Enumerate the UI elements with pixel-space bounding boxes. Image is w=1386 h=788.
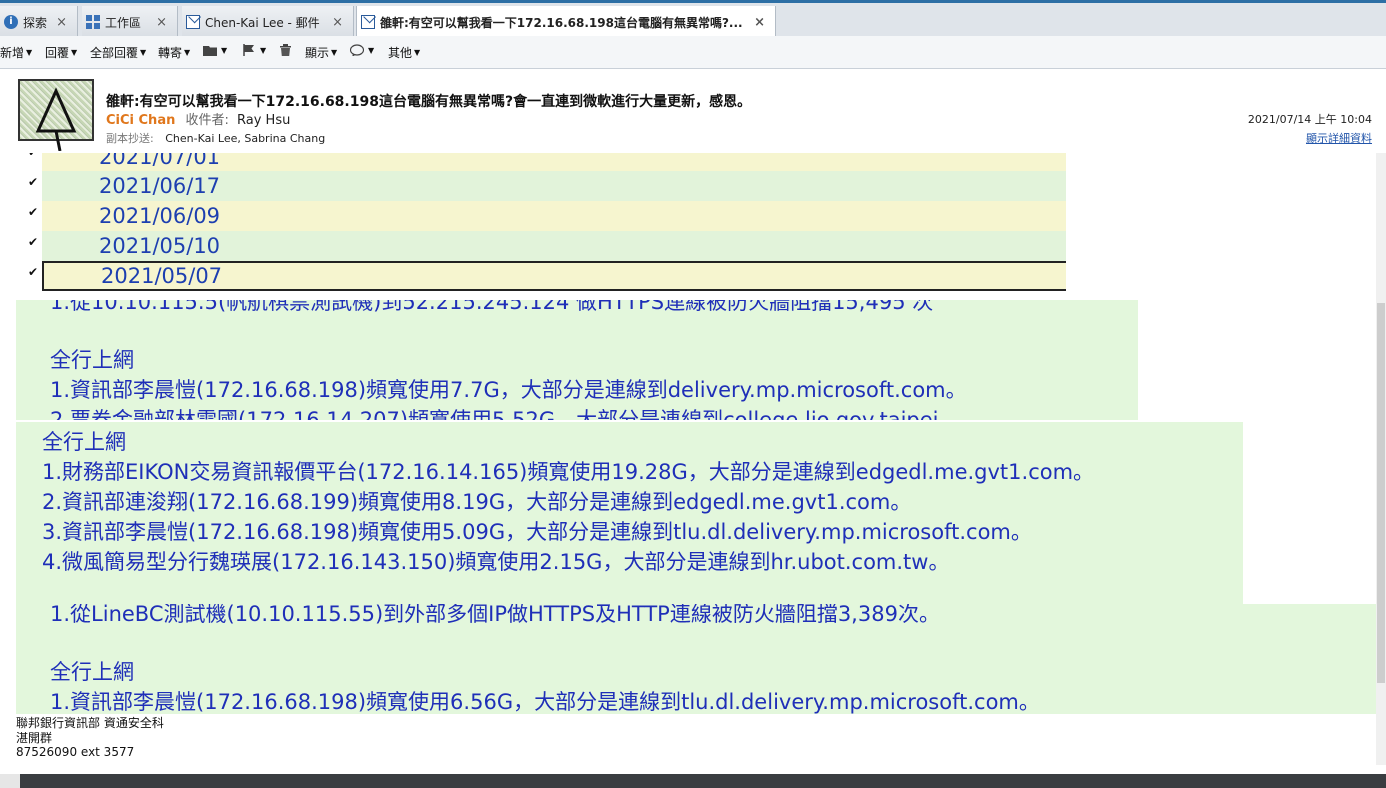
warning-triangle-icon xyxy=(35,87,77,151)
report-partial-line: 1.從10.10.115.5(帆航棋票測試機)到52.215.245.124 做… xyxy=(50,300,934,314)
date-row-selected: 2021/05/07 xyxy=(42,261,1066,291)
flag-icon xyxy=(243,44,254,56)
workspace-grid-icon xyxy=(86,15,100,29)
message-header: 雒軒:有空可以幫我看一下172.16.68.198這台電腦有無異常嗎?會一直連到… xyxy=(0,69,1386,153)
delete-button[interactable] xyxy=(279,44,295,56)
report-partial-line: 1.從LineBC測試機(10.10.115.55)到外部多個IP做HTTPS及… xyxy=(50,604,940,626)
trash-icon xyxy=(280,44,291,56)
checkmark-icon: ✔ xyxy=(28,175,39,189)
report-heading: 全行上網 xyxy=(42,430,126,454)
date-row: 2021/06/09 xyxy=(42,201,1066,231)
chat-bubble-icon xyxy=(350,44,364,56)
checkmark-icon: ✔ xyxy=(28,235,39,249)
chevron-down-icon: ▼ xyxy=(260,45,267,55)
checkmark-icon: ✔ xyxy=(28,153,38,159)
tab-message[interactable]: 雒軒:有空可以幫我看一下172.16.68.198這台電腦有無異常嗎?... × xyxy=(356,6,776,38)
tab-workspace[interactable]: 工作區 × xyxy=(82,6,178,38)
forward-button[interactable]: 轉寄 ▼ xyxy=(158,44,190,61)
info-icon: i xyxy=(4,15,18,29)
close-icon[interactable]: × xyxy=(754,15,765,30)
date-row-text: 2021/07/01 xyxy=(99,153,221,169)
toolbar: 新增 ▼ 回覆 ▼ 全部回覆 ▼ 轉寄 ▼ ▼ ▼ 顯示 ▼ ▼ 其他 ▼ xyxy=(0,36,1386,69)
chevron-down-icon: ▼ xyxy=(26,48,33,57)
reply-all-button[interactable]: 全部回覆 ▼ xyxy=(90,44,146,61)
reply-label: 回覆 xyxy=(45,46,70,60)
tab-mail-label: Chen-Kai Lee - 郵件 xyxy=(205,15,320,30)
signature-line: 87526090 ext 3577 xyxy=(16,745,135,759)
message-date: 2021/07/14 上午 10:04 xyxy=(1247,113,1372,126)
message-subject: 雒軒:有空可以幫我看一下172.16.68.198這台電腦有無異常嗎?會一直連到… xyxy=(106,94,752,110)
vertical-scrollbar[interactable] xyxy=(1376,153,1386,765)
message-body: ✔ 2021/07/01 ✔ 2021/06/17 ✔ 2021/06/09 ✔… xyxy=(0,153,1376,765)
mail-icon xyxy=(186,15,200,29)
date-row: 2021/06/17 xyxy=(42,171,1066,201)
sender-name[interactable]: CiCi Chan xyxy=(106,113,175,128)
to-label: 收件者: xyxy=(185,113,229,128)
report-line: 4.微風簡易型分行魏瑛展(172.16.143.150)頻寬使用2.15G，大部… xyxy=(42,550,950,574)
chat-button[interactable]: ▼ xyxy=(350,44,374,56)
report-line: 3.資訊部李晨愷(172.16.68.198)頻寬使用5.09G，大部分是連線到… xyxy=(42,520,1032,544)
status-bar-corner xyxy=(0,774,20,788)
report-heading: 全行上網 xyxy=(50,348,134,372)
report-line: 1.資訊部李晨愷(172.16.68.198)頻寬使用6.56G，大部分是連線到… xyxy=(50,690,1040,714)
report-line: 2.票券金融部林雲國(172.16.14.207)頻寬使用5.52G，大部分是連… xyxy=(50,408,960,420)
date-row-text: 2021/06/09 xyxy=(99,204,221,228)
reply-button[interactable]: 回覆 ▼ xyxy=(45,44,77,61)
reply-all-label: 全部回覆 xyxy=(90,46,139,60)
show-details-link[interactable]: 顯示詳細資料 xyxy=(1306,130,1372,146)
display-button[interactable]: 顯示 ▼ xyxy=(305,44,337,61)
chevron-down-icon: ▼ xyxy=(331,48,338,57)
mail-open-icon xyxy=(361,15,375,29)
report-pane-2: 全行上網 1.財務部EIKON交易資訊報價平台(172.16.14.165)頻寬… xyxy=(16,422,1243,604)
chevron-down-icon: ▼ xyxy=(71,48,78,57)
close-icon[interactable]: × xyxy=(56,15,67,30)
folder-button[interactable]: ▼ xyxy=(203,44,227,56)
report-pane-3: 1.從LineBC測試機(10.10.115.55)到外部多個IP做HTTPS及… xyxy=(16,604,1376,714)
avatar xyxy=(18,79,94,151)
checkmark-icon: ✔ xyxy=(28,265,39,279)
status-bar xyxy=(0,774,1386,788)
cc-label: 副本抄送: xyxy=(106,132,154,145)
folder-icon xyxy=(203,46,217,56)
report-pane-1: 1.從10.10.115.5(帆航棋票測試機)到52.215.245.124 做… xyxy=(16,300,1138,420)
recipient-name[interactable]: Ray Hsu xyxy=(237,113,290,128)
new-label: 新增 xyxy=(0,46,25,60)
forward-label: 轉寄 xyxy=(158,46,183,60)
close-icon[interactable]: × xyxy=(156,15,167,30)
tab-mail[interactable]: Chen-Kai Lee - 郵件 × xyxy=(182,6,354,38)
signature-line: 湛開群 xyxy=(16,731,53,745)
tab-message-label: 雒軒:有空可以幫我看一下172.16.68.198這台電腦有無異常嗎?... xyxy=(380,15,743,30)
scrollbar-thumb[interactable] xyxy=(1377,303,1385,683)
date-row-text: 2021/06/17 xyxy=(99,174,221,198)
new-button[interactable]: 新增 ▼ xyxy=(0,44,32,61)
sender-line: CiCi Chan 收件者: Ray Hsu xyxy=(106,109,290,128)
tab-workspace-label: 工作區 xyxy=(105,15,142,30)
date-row: 2021/05/10 xyxy=(42,231,1066,261)
chevron-down-icon: ▼ xyxy=(368,45,375,55)
display-label: 顯示 xyxy=(305,46,330,60)
chevron-down-icon: ▼ xyxy=(184,48,191,57)
report-heading: 全行上網 xyxy=(50,660,134,684)
date-row-text: 2021/05/10 xyxy=(99,234,221,258)
report-line: 2.資訊部連浚翔(172.16.68.199)頻寬使用8.19G，大部分是連線到… xyxy=(42,490,912,514)
chevron-down-icon: ▼ xyxy=(221,45,228,55)
flag-button[interactable]: ▼ xyxy=(242,44,266,56)
report-line: 1.財務部EIKON交易資訊報價平台(172.16.14.165)頻寬使用19.… xyxy=(42,460,1095,484)
date-row-text: 2021/05/07 xyxy=(101,264,223,288)
cc-line: 副本抄送: Chen-Kai Lee, Sabrina Chang xyxy=(106,130,325,146)
other-button[interactable]: 其他 ▼ xyxy=(388,44,420,61)
tab-explore-label: 探索 xyxy=(23,15,48,30)
tab-explore[interactable]: i 探索 × xyxy=(0,6,78,38)
close-icon[interactable]: × xyxy=(332,15,343,30)
chevron-down-icon: ▼ xyxy=(414,48,421,57)
chevron-down-icon: ▼ xyxy=(140,48,147,57)
report-line: 1.資訊部李晨愷(172.16.68.198)頻寬使用7.7G，大部分是連線到d… xyxy=(50,378,967,402)
other-label: 其他 xyxy=(388,46,413,60)
date-row: 2021/07/01 xyxy=(42,153,1066,172)
checkmark-icon: ✔ xyxy=(28,205,39,219)
cc-recipients[interactable]: Chen-Kai Lee, Sabrina Chang xyxy=(165,132,325,145)
tab-bar: i 探索 × 工作區 × Chen-Kai Lee - 郵件 × 雒軒:有空可以… xyxy=(0,0,1386,38)
